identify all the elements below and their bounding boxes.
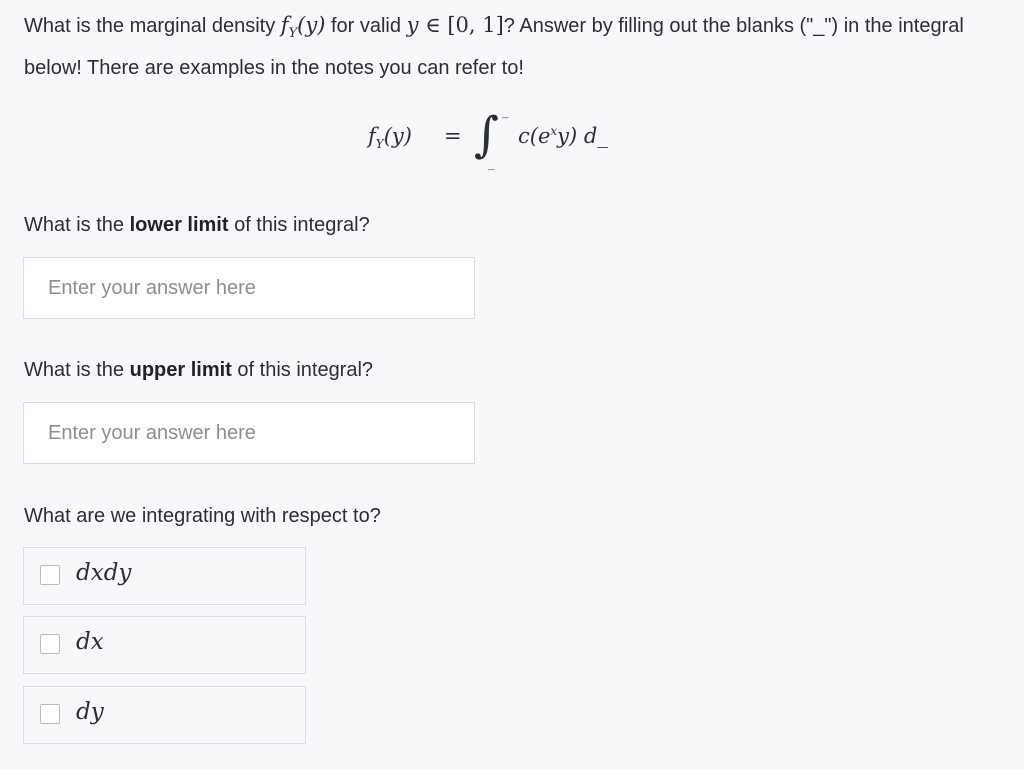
lhs-f: f [368,124,376,148]
checkbox[interactable] [40,565,60,585]
option-label: dy [76,699,104,725]
option-dx[interactable]: dx [23,616,306,674]
upper-limit-label: What is the upper limit of this integral… [24,359,373,382]
integrand-pre: c(e [518,124,551,148]
option-dxdy[interactable]: dxdy [23,547,306,605]
option-label: dx [76,629,104,655]
checkbox[interactable] [40,704,60,724]
equation-lhs: fY(y) [368,124,412,151]
checkbox[interactable] [40,634,60,654]
upper-limit-label-pre: What is the [24,359,130,381]
question-prompt: What is the marginal density fY(y) for v… [24,8,1000,85]
density-symbol: fY(y) [280,13,326,41]
lower-limit-label-pre: What is the [24,214,130,236]
integrand-post: y) d_ [557,124,608,148]
integrand: c(exy) d_ [518,124,608,148]
respect-label: What are we integrating with respect to? [24,505,381,527]
integral-upper-blank: _ [502,104,509,119]
integral-sign: ∫ [474,107,500,163]
density-arg: (y) [297,13,326,37]
integral-equation: fY(y) = ∫ _ _ c(exy) d_ [368,104,668,174]
density-subscript: Y [288,26,298,42]
upper-limit-input[interactable] [23,402,475,464]
upper-limit-label-bold: upper limit [129,359,232,381]
density-f: f [280,13,289,37]
lhs-subscript: Y [375,137,384,152]
upper-limit-label-post: of this integral? [231,359,374,381]
lhs-arg: (y) [383,124,412,148]
lower-limit-label-bold: lower limit [129,214,229,236]
question-text-1: What is the marginal density [24,15,281,37]
question-text-2: for valid [325,15,407,37]
lower-limit-label-post: of this integral? [228,214,370,236]
integral-lower-blank: _ [488,156,495,171]
lower-limit-label: What is the lower limit of this integral… [24,214,370,237]
option-label: dxdy [76,560,132,586]
interval: [0, 1] [447,13,504,37]
lower-limit-input[interactable] [23,257,475,319]
equals-sign: = [444,124,462,148]
option-dy[interactable]: dy [23,686,306,744]
y-in: y ∈ [406,13,448,37]
